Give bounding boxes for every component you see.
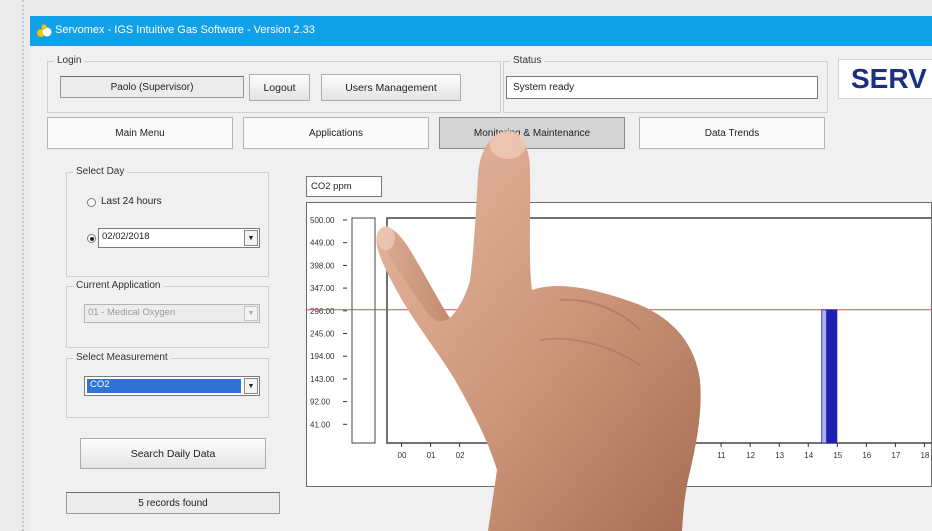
x-tick-label: 15 [833,451,842,460]
y-axis-strip [351,217,376,444]
logged-user: Paolo (Supervisor) [110,81,194,93]
last-24-hours-radio[interactable] [87,198,96,207]
data-bar [821,309,828,444]
y-tick-label: 245.00 [310,330,335,339]
records-found-field: 5 records found [66,492,280,514]
select-day-label: Select Day [73,166,128,177]
date-radio[interactable] [87,234,96,243]
data-bar [831,309,838,444]
measurement-value: CO2 [87,379,241,393]
y-tick-label: 143.00 [310,375,335,384]
chart-title-box: CO2 ppm [306,176,382,197]
x-tick-label: 18 [920,451,929,460]
date-dropdown-arrow-icon[interactable]: ▼ [244,230,258,246]
x-tick-label: 14 [804,451,813,460]
x-tick-label: 13 [775,451,784,460]
chart-panel: 500.00 449.00 398.00 347.00 296.00 245.00 194.… [306,202,932,487]
tab-data-trends[interactable]: Data Trends [639,117,825,149]
co2-chart: 500.00 449.00 398.00 347.00 296.00 245.00 194.… [307,216,932,460]
select-measurement-label: Select Measurement [73,352,171,363]
search-daily-data-button[interactable]: Search Daily Data [80,438,266,469]
x-tick-label: 17 [891,451,900,460]
tab-main-menu[interactable]: Main Menu [47,117,233,149]
app-icon [37,24,52,37]
y-tick-label: 41.00 [310,420,331,429]
users-management-button[interactable]: Users Management [321,74,461,101]
y-tick-label: 347.00 [310,284,335,293]
servomex-logo: SERV [838,59,932,99]
measurement-select[interactable]: CO2 ▼ [84,376,260,396]
logout-button[interactable]: Logout [249,74,310,101]
login-group-label: Login [54,55,85,66]
date-value: 02/02/2018 [102,231,150,242]
status-group-label: Status [510,55,545,66]
last-24-hours-label: Last 24 hours [101,196,162,207]
x-tick-label: 01 [427,451,436,460]
x-tick-label: 00 [398,451,407,460]
measurement-dropdown-arrow-icon[interactable]: ▼ [244,378,258,394]
logged-user-field: Paolo (Supervisor) [60,76,244,98]
tab-applications[interactable]: Applications [243,117,429,149]
y-tick-label: 296.00 [310,307,335,316]
photo-border [0,0,24,531]
y-tick-label: 398.00 [310,261,335,270]
x-tick-label: 16 [862,451,871,460]
application-select: 01 - Medical Oxygen ▼ [84,304,260,323]
title-bar: Servomex - IGS Intuitive Gas Software - … [30,16,932,46]
current-application-label: Current Application [73,280,164,291]
app-window: Servomex - IGS Intuitive Gas Software - … [30,16,932,531]
application-value: 01 - Medical Oxygen [88,307,176,318]
window-title: Servomex - IGS Intuitive Gas Software - … [55,24,315,36]
y-tick-label: 449.00 [310,239,335,248]
select-day-group: Select Day [66,166,269,277]
records-found-text: 5 records found [138,497,208,509]
plot-area [386,217,932,444]
application-dropdown-arrow-icon: ▼ [244,306,258,321]
y-tick-label: 92.00 [310,398,331,407]
y-tick-label: 500.00 [310,216,335,225]
date-picker[interactable]: 02/02/2018 ▼ [98,228,260,248]
x-tick-label: 12 [746,451,755,460]
data-bar [826,309,833,444]
y-tick-label: 194.00 [310,352,335,361]
x-tick-label: 02 [456,451,465,460]
tab-monitoring-maintenance[interactable]: Monitoring & Maintenance [439,117,625,149]
status-field: System ready [506,76,818,99]
x-tick-label: 11 [717,451,726,460]
